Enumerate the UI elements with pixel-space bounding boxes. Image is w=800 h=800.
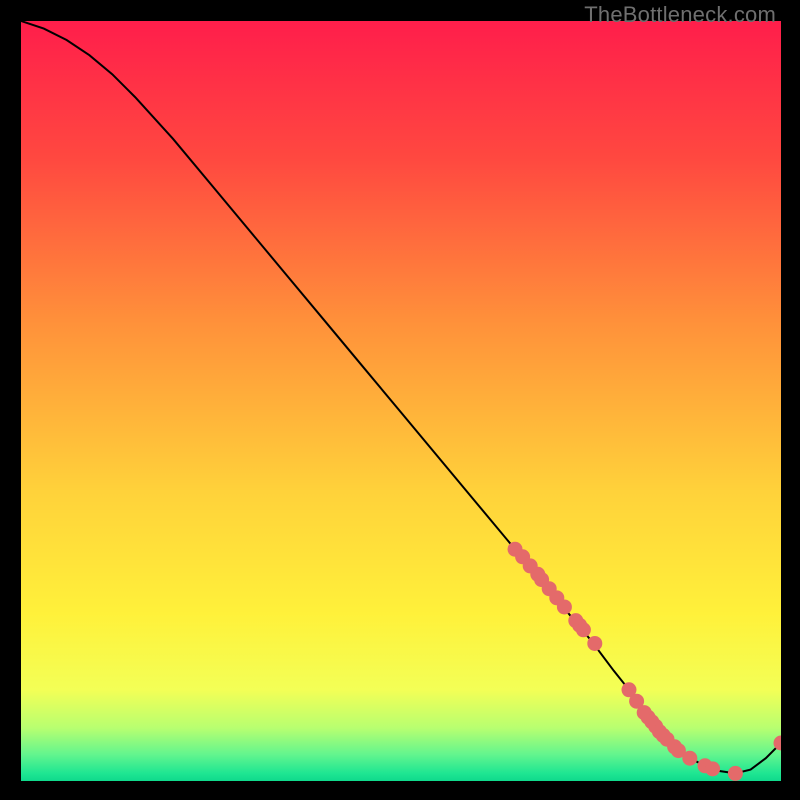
plot-area <box>21 21 781 781</box>
chart-frame: TheBottleneck.com <box>0 0 800 800</box>
data-point <box>557 599 572 614</box>
data-point <box>705 761 720 776</box>
watermark-text: TheBottleneck.com <box>584 2 776 28</box>
data-point <box>587 636 602 651</box>
chart-svg <box>21 21 781 781</box>
data-point <box>576 622 591 637</box>
gradient-background <box>21 21 781 781</box>
data-point <box>682 751 697 766</box>
data-point <box>728 766 743 781</box>
